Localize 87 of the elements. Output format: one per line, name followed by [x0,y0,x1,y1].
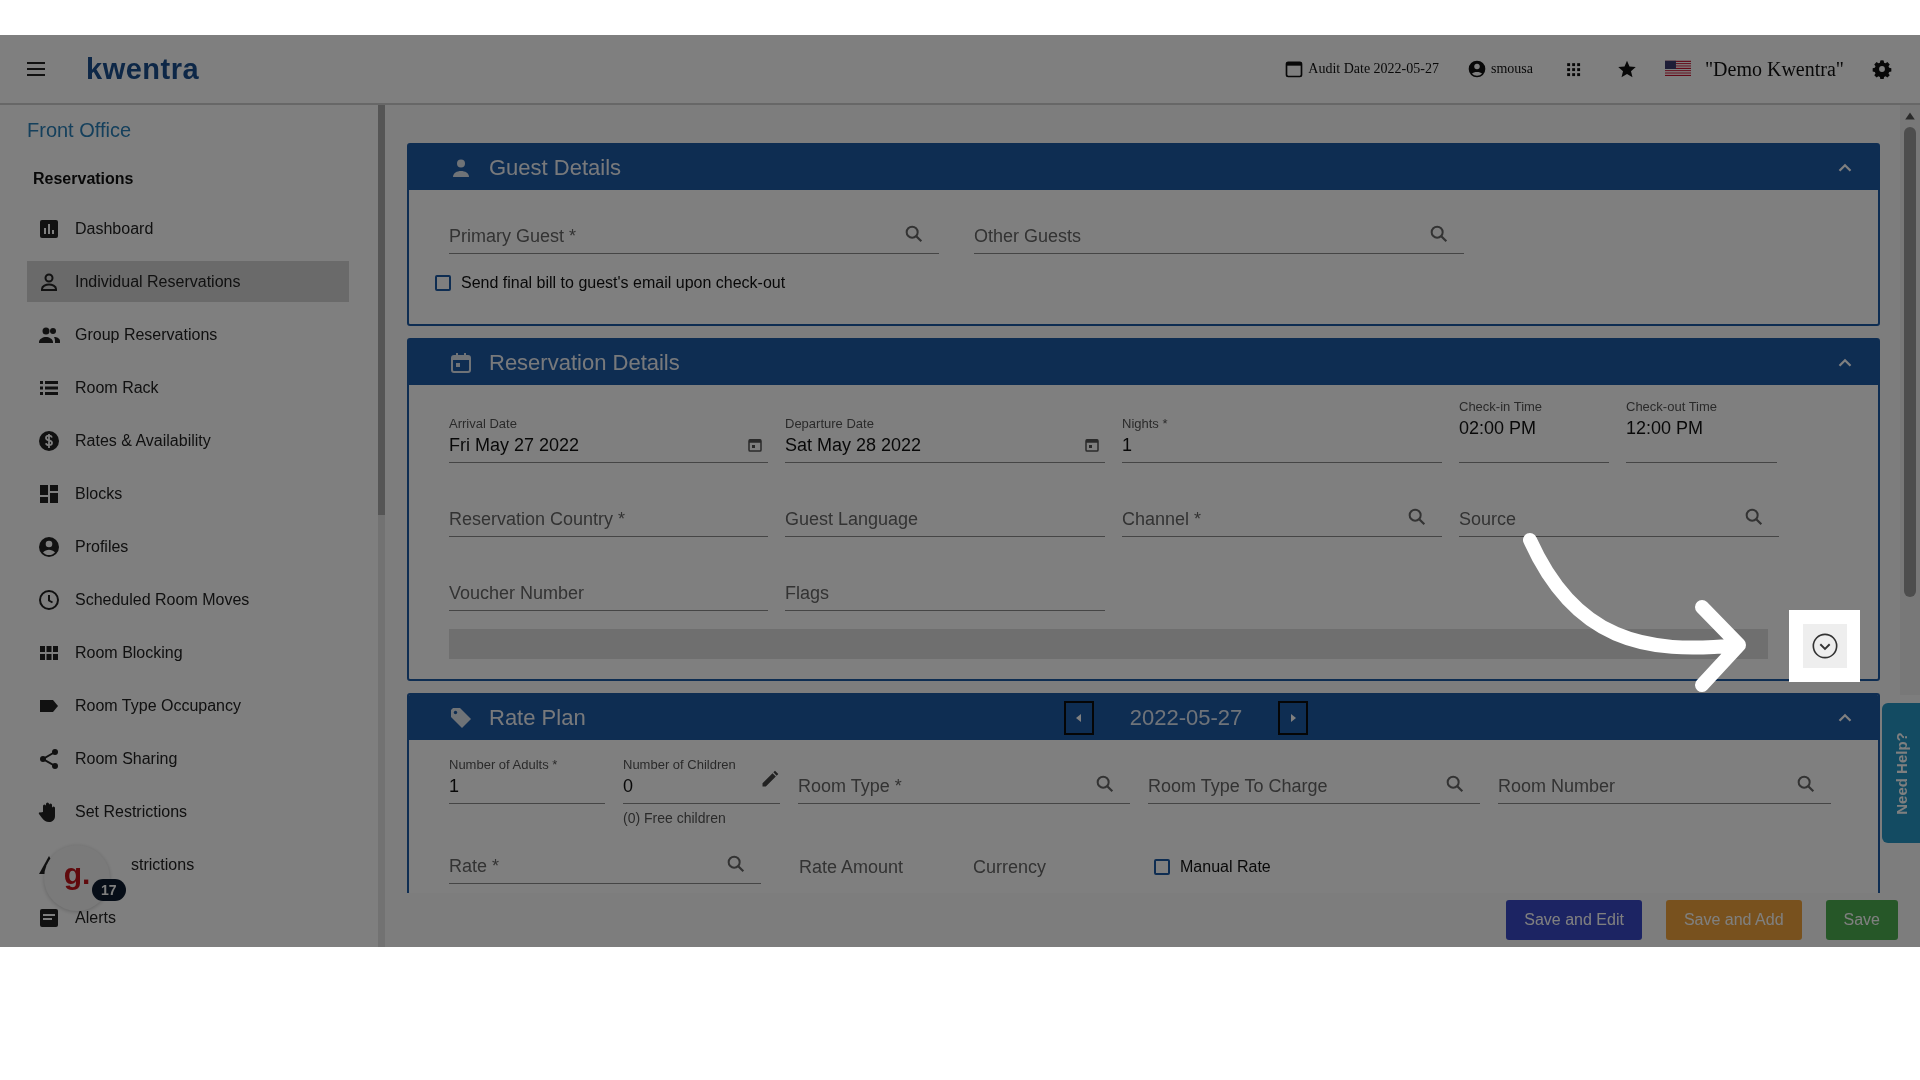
panel-header[interactable]: Guest Details [409,145,1878,190]
section-title: Front Office [27,119,133,142]
field-label: Rate Amount [799,857,904,878]
search-icon[interactable] [903,223,925,245]
panel-title: Guest Details [489,154,622,181]
input-field[interactable]: Flags [785,547,1105,611]
input-field[interactable]: Room Number [1498,740,1831,804]
notification-badge: 17 [92,879,126,901]
need-help-tab[interactable]: Need Help? [1882,703,1920,843]
search-icon[interactable] [725,853,747,875]
input-field[interactable]: Primary Guest * [449,190,939,254]
search-icon[interactable] [1428,223,1450,245]
sidebar-item[interactable]: Profiles [27,526,349,567]
settings-icon[interactable] [1872,59,1892,79]
sidebar-item[interactable]: strictions [123,844,343,885]
user-icon [1466,59,1487,79]
dollar-icon [37,428,61,453]
sidebar-item[interactable]: Dashboard [27,208,349,249]
calendar-icon[interactable] [746,436,764,454]
flag-icon[interactable] [1664,60,1691,78]
checkbox[interactable] [1154,859,1170,875]
helper-text: (0) Free children [623,810,727,826]
left-triangle-icon [1074,712,1084,723]
field-label: Currency [973,857,1047,878]
next-button[interactable] [1278,700,1308,735]
search-icon[interactable] [1743,506,1765,528]
search-icon[interactable] [1406,506,1428,528]
sidebar-item[interactable]: Room Sharing [27,738,349,779]
input-field[interactable]: Number of Children 0 [623,740,780,804]
input-field[interactable]: Number of Adults * 1 [449,740,605,804]
panel-title: Rate Plan [489,704,586,731]
panel-header[interactable]: Reservation Details [409,340,1878,385]
panel-header[interactable]: Rate Plan 2022-05-27 [409,695,1878,740]
input-field[interactable]: Channel * [1122,473,1442,537]
input-field[interactable]: Voucher Number [449,547,768,611]
save-and-edit-button[interactable]: Save and Edit [1506,900,1642,940]
input-field[interactable]: Departure Date Sat May 28 2022 [785,399,1105,463]
expand-button[interactable] [1802,624,1847,668]
profile-icon [37,534,61,559]
input-field[interactable]: Guest Language [785,473,1105,537]
username[interactable]: smousa [1490,61,1533,77]
input-field[interactable]: Check-in Time 02:00 PM [1459,399,1609,463]
calendar-icon [1284,59,1305,79]
input-field[interactable]: Rate * [449,836,761,884]
previous-button[interactable] [1064,700,1094,735]
input-field[interactable]: Reservation Country * [449,473,768,537]
right-triangle-icon [1288,712,1298,723]
sidebar-item[interactable]: Individual Reservations [27,261,349,302]
input-field[interactable]: Other Guests [974,190,1464,254]
input-field[interactable]: Nights * 1 [1122,399,1442,463]
input-field[interactable]: Arrival Date Fri May 27 2022 [449,399,768,463]
clock-icon [37,587,61,612]
audit-date: Audit Date 2022-05-27 [1308,61,1439,77]
search-icon[interactable] [1795,773,1817,795]
date-label: 2022-05-27 [1128,704,1244,731]
sidebar-item[interactable]: Rates & Availability [27,420,349,461]
input-field[interactable]: Room Type To Charge [1148,740,1480,804]
checkbox-label: Send final bill to guest's email upon check-out [461,274,786,292]
property-name[interactable]: "Demo Kwentra" [1704,57,1844,81]
scroll-up-arrow[interactable] [1904,111,1916,121]
sidebar-item[interactable]: Group Reservations [27,314,349,355]
sidebar-item[interactable]: Blocks [27,473,349,514]
checkbox-label: Manual Rate [1180,858,1271,876]
checkbox[interactable] [435,275,451,291]
input-field[interactable]: Room Type * [798,740,1130,804]
group-heading: Reservations [33,170,135,188]
input-field[interactable]: Source [1459,473,1779,537]
search-icon[interactable] [1094,773,1116,795]
chevron-down-icon [1810,632,1839,660]
input-field[interactable]: Check-out Time 12:00 PM [1626,399,1777,463]
tag-icon [449,705,473,730]
calendar-icon[interactable] [1083,436,1101,454]
calendar-icon [449,350,473,375]
expand-bar[interactable] [449,629,1768,659]
sidebar-item[interactable]: Scheduled Room Moves [27,579,349,620]
sidebar-item[interactable]: Set Restrictions [27,791,349,832]
sidebar-item[interactable]: Room Blocking [27,632,349,673]
share-icon [37,746,61,771]
scrollbar-thumb[interactable] [378,105,385,515]
panel-title: Reservation Details [489,349,680,376]
logo[interactable]: kwentra [86,52,200,86]
pencil-icon[interactable] [760,769,780,789]
sidebar-item[interactable]: Room Type Occupancy [27,685,349,726]
scrollbar-thumb[interactable] [1904,127,1916,597]
sidebar-item[interactable]: Room Rack [27,367,349,408]
star-icon[interactable] [1616,59,1637,79]
search-icon[interactable] [1444,773,1466,795]
